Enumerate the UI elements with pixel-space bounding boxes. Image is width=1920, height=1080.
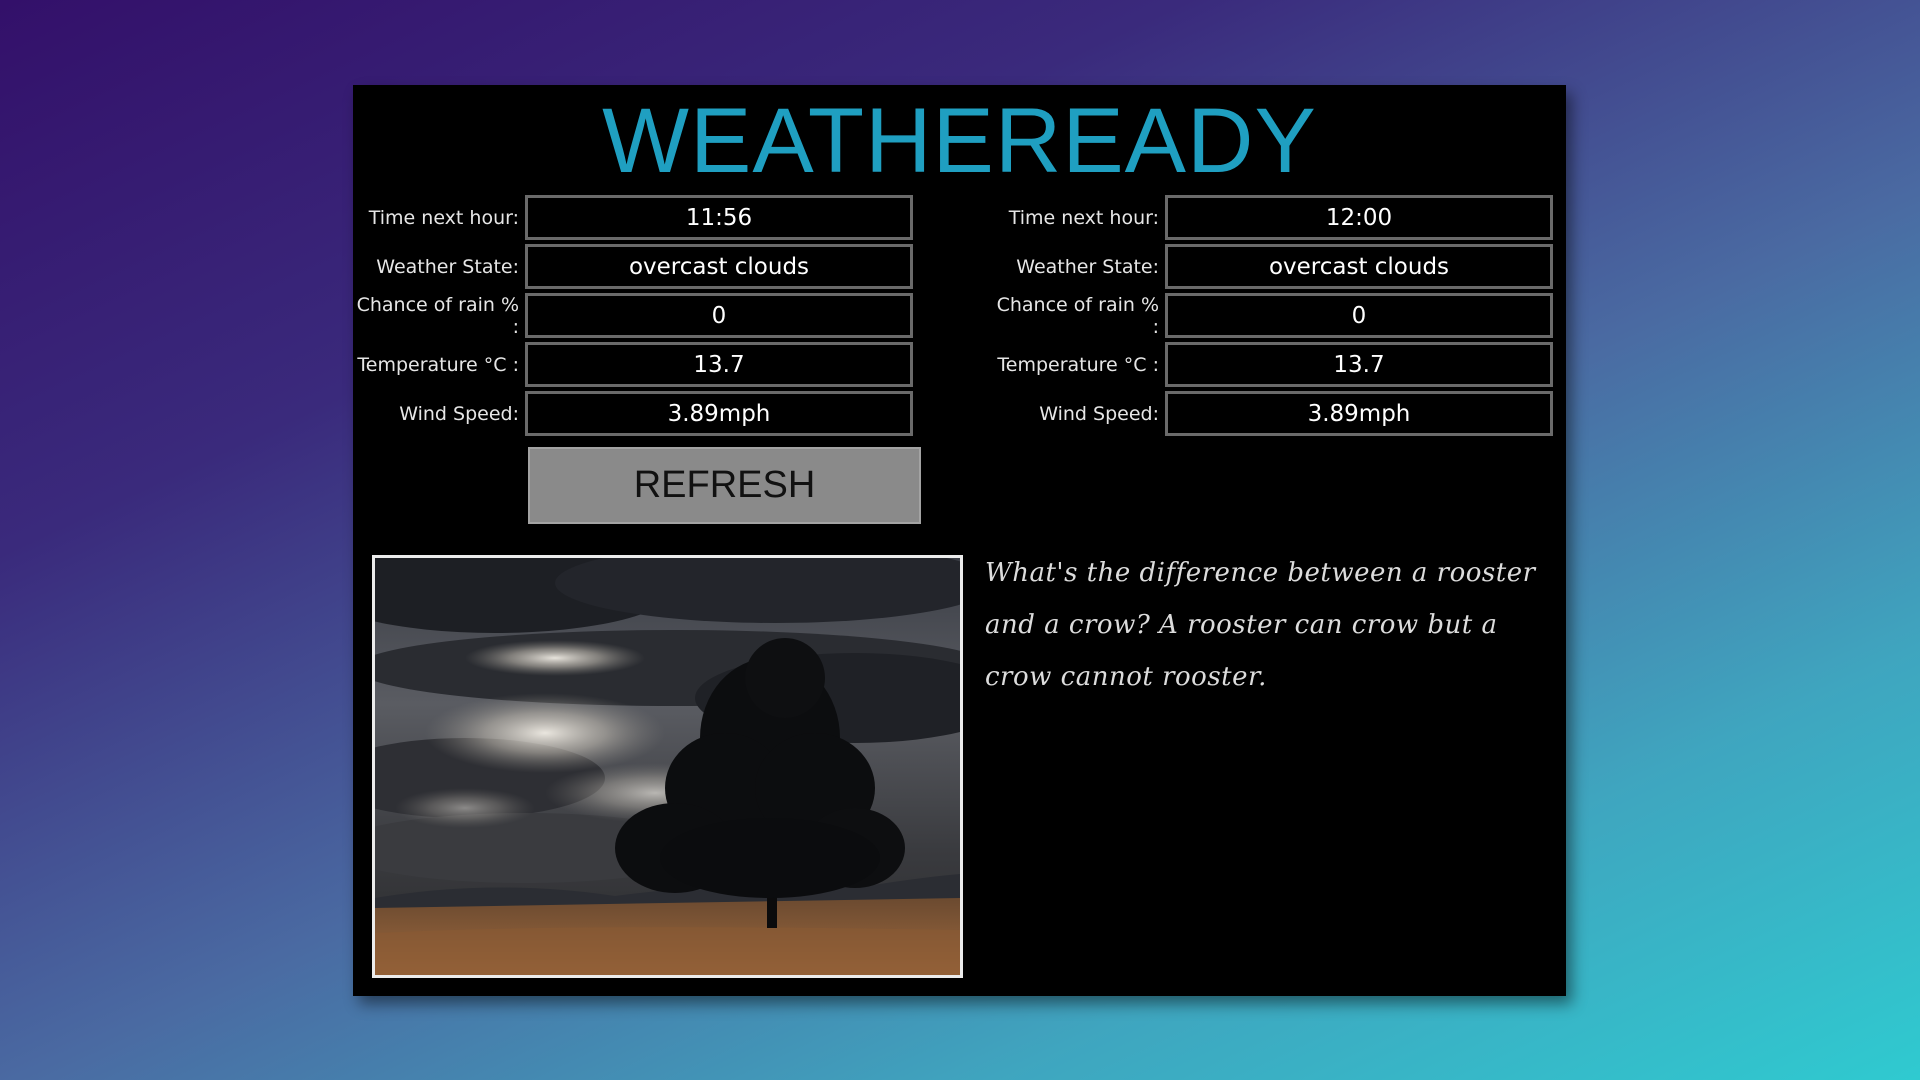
weather-state-label: Weather State: (1016, 255, 1159, 278)
time-row: Time next hour: 12:00 (993, 193, 1553, 242)
weather-photo (372, 555, 963, 978)
temperature-label: Temperature °C : (357, 353, 519, 376)
time-label: Time next hour: (368, 206, 519, 229)
app-window: WEATHEREADY Time next hour: 11:56 Weathe… (353, 85, 1566, 996)
joke-text: What's the difference between a rooster … (985, 558, 1536, 692)
rain-chance-label: Chance of rain % : (356, 293, 519, 338)
time-field[interactable]: 12:00 (1165, 195, 1553, 240)
temperature-field[interactable]: 13.7 (525, 342, 913, 387)
weather-state-field[interactable]: overcast clouds (525, 244, 913, 289)
tree-clouds-image (375, 558, 960, 975)
weather-state-label: Weather State: (376, 255, 519, 278)
temperature-row: Temperature °C : 13.7 (993, 340, 1553, 389)
weather-state-field[interactable]: overcast clouds (1165, 244, 1553, 289)
wind-speed-label: Wind Speed: (1039, 402, 1159, 425)
app-title: WEATHEREADY (602, 90, 1317, 192)
forecast-panel-left: Time next hour: 11:56 Weather State: ove… (353, 193, 913, 438)
wind-speed-row: Wind Speed: 3.89mph (353, 389, 913, 438)
temperature-row: Temperature °C : 13.7 (353, 340, 913, 389)
time-label: Time next hour: (1008, 206, 1159, 229)
rain-chance-field[interactable]: 0 (525, 293, 913, 338)
forecast-panel-right: Time next hour: 12:00 Weather State: ove… (993, 193, 1553, 438)
time-field[interactable]: 11:56 (525, 195, 913, 240)
weather-state-row: Weather State: overcast clouds (993, 242, 1553, 291)
refresh-button[interactable]: REFRESH (528, 447, 921, 524)
wind-speed-label: Wind Speed: (399, 402, 519, 425)
rain-chance-label: Chance of rain % : (996, 293, 1159, 338)
wind-speed-row: Wind Speed: 3.89mph (993, 389, 1553, 438)
rain-chance-field[interactable]: 0 (1165, 293, 1553, 338)
temperature-label: Temperature °C : (997, 353, 1159, 376)
temperature-field[interactable]: 13.7 (1165, 342, 1553, 387)
weather-state-row: Weather State: overcast clouds (353, 242, 913, 291)
wind-speed-field[interactable]: 3.89mph (525, 391, 913, 436)
rain-chance-row: Chance of rain % : 0 (353, 291, 913, 340)
rain-chance-row: Chance of rain % : 0 (993, 291, 1553, 340)
wind-speed-field[interactable]: 3.89mph (1165, 391, 1553, 436)
time-row: Time next hour: 11:56 (353, 193, 913, 242)
